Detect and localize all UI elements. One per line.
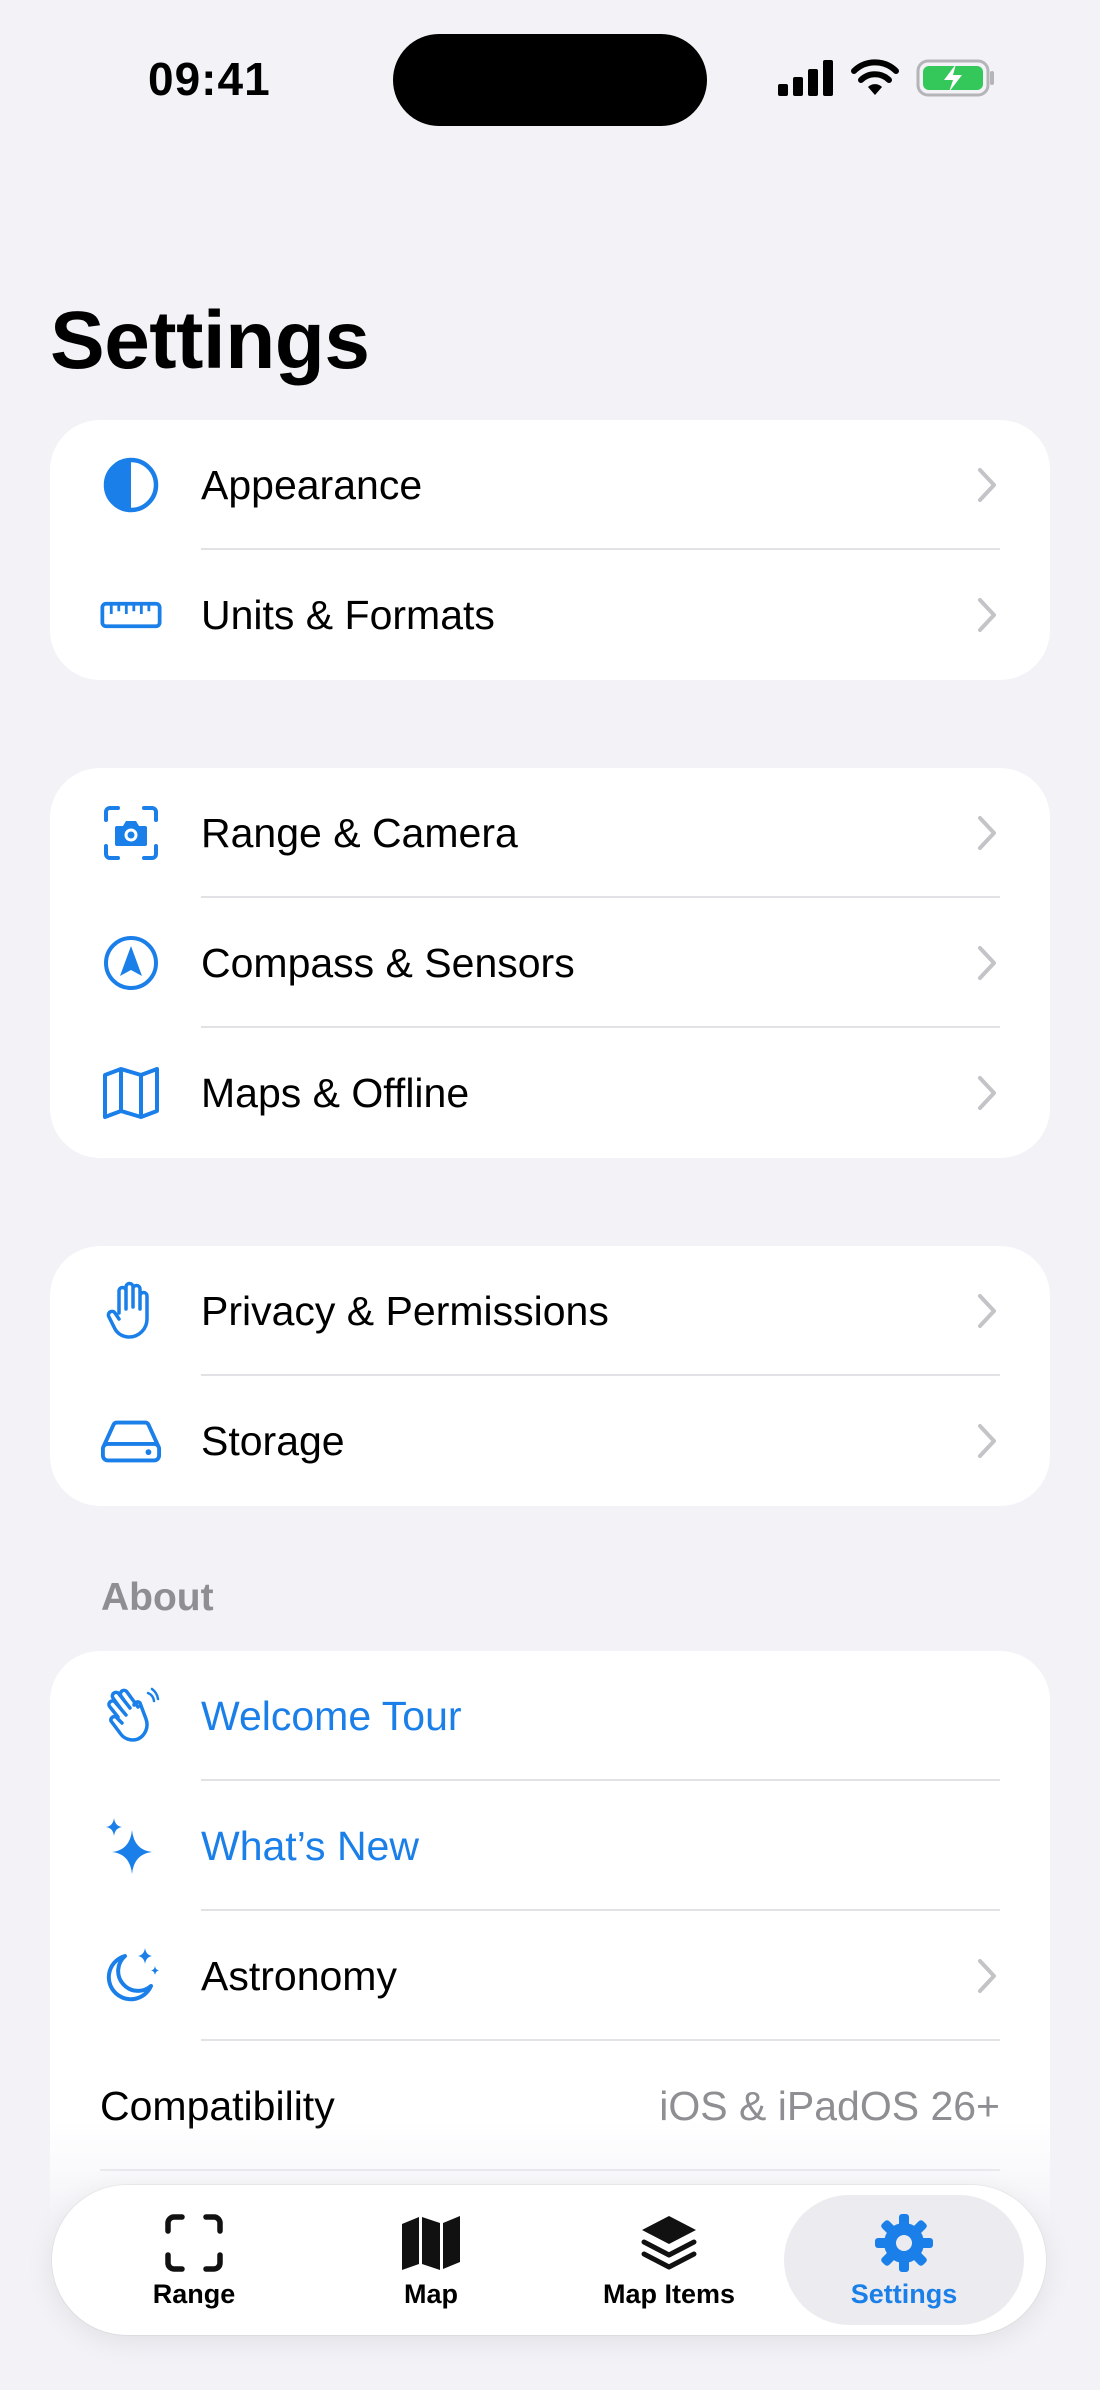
tab-range[interactable]: Range: [74, 2195, 314, 2325]
settings-group-data: Privacy & Permissions Storage: [50, 1246, 1050, 1506]
chevron-right-icon: [978, 1959, 996, 1993]
settings-group-features: Range & Camera Compass & Sensors Maps & …: [50, 768, 1050, 1158]
chevron-right-icon: [978, 816, 996, 850]
settings-row-astronomy[interactable]: Astronomy: [50, 1911, 1050, 2041]
viewfinder-icon: [162, 2211, 226, 2275]
compass-label: Compass & Sensors: [201, 939, 575, 986]
moon-stars-icon: [100, 1945, 162, 2007]
cellular-signal-icon: [778, 60, 833, 96]
settings-row-welcome-tour[interactable]: Welcome Tour: [50, 1651, 1050, 1781]
hand-wave-icon: [100, 1685, 162, 1747]
tab-map-label: Map: [404, 2278, 458, 2309]
map-fill-icon: [399, 2211, 463, 2275]
chevron-right-icon: [978, 1424, 996, 1458]
camera-viewfinder-icon: [100, 802, 162, 864]
chevron-right-icon: [978, 1076, 996, 1110]
settings-group-general: Appearance Units & Formats: [50, 420, 1050, 680]
map-icon: [100, 1062, 162, 1124]
compass-location-icon: [100, 932, 162, 994]
settings-row-privacy[interactable]: Privacy & Permissions: [50, 1246, 1050, 1376]
dynamic-island: [393, 34, 707, 126]
settings-row-appearance[interactable]: Appearance: [50, 420, 1050, 550]
settings-row-maps[interactable]: Maps & Offline: [50, 1028, 1050, 1158]
chevron-right-icon: [978, 598, 996, 632]
tab-settings-label: Settings: [850, 2278, 958, 2309]
chevron-right-icon: [978, 468, 996, 502]
settings-row-storage[interactable]: Storage: [50, 1376, 1050, 1506]
tab-map-items-label: Map Items: [602, 2278, 736, 2309]
settings-row-compass[interactable]: Compass & Sensors: [50, 898, 1050, 1028]
astronomy-label: Astronomy: [201, 1952, 397, 1999]
battery-charging-icon: [916, 59, 994, 97]
appearance-label: Appearance: [201, 461, 423, 508]
status-bar: 09:41: [0, 0, 1100, 160]
privacy-label: Privacy & Permissions: [201, 1287, 609, 1334]
gear-icon: [872, 2211, 936, 2275]
storage-label: Storage: [201, 1417, 345, 1464]
range-camera-label: Range & Camera: [201, 809, 518, 856]
settings-row-range-camera[interactable]: Range & Camera: [50, 768, 1050, 898]
layers-icon: [637, 2211, 701, 2275]
page-title: Settings: [50, 295, 370, 386]
chevron-right-icon: [978, 1294, 996, 1328]
appearance-icon: [100, 454, 162, 516]
settings-row-whats-new[interactable]: What’s New: [50, 1781, 1050, 1911]
tab-settings[interactable]: Settings: [784, 2195, 1024, 2325]
tab-bar: Range Map Map Items Settings: [52, 2185, 1046, 2335]
hand-raised-icon: [100, 1280, 162, 1342]
wifi-icon: [851, 59, 899, 95]
internal-drive-icon: [100, 1410, 162, 1472]
settings-row-units[interactable]: Units & Formats: [50, 550, 1050, 680]
chevron-right-icon: [978, 946, 996, 980]
tab-map-items[interactable]: Map Items: [549, 2195, 789, 2325]
status-time: 09:41: [148, 53, 271, 105]
whats-new-label: What’s New: [201, 1822, 419, 1869]
units-label: Units & Formats: [201, 591, 495, 638]
status-icons: [778, 58, 996, 98]
welcome-tour-label: Welcome Tour: [201, 1692, 462, 1739]
sparkles-icon: [100, 1815, 162, 1877]
tab-map[interactable]: Map: [311, 2195, 551, 2325]
tab-range-label: Range: [152, 2278, 236, 2309]
section-header-about: About: [101, 1576, 214, 1619]
maps-label: Maps & Offline: [201, 1069, 470, 1116]
ruler-icon: [100, 584, 162, 646]
